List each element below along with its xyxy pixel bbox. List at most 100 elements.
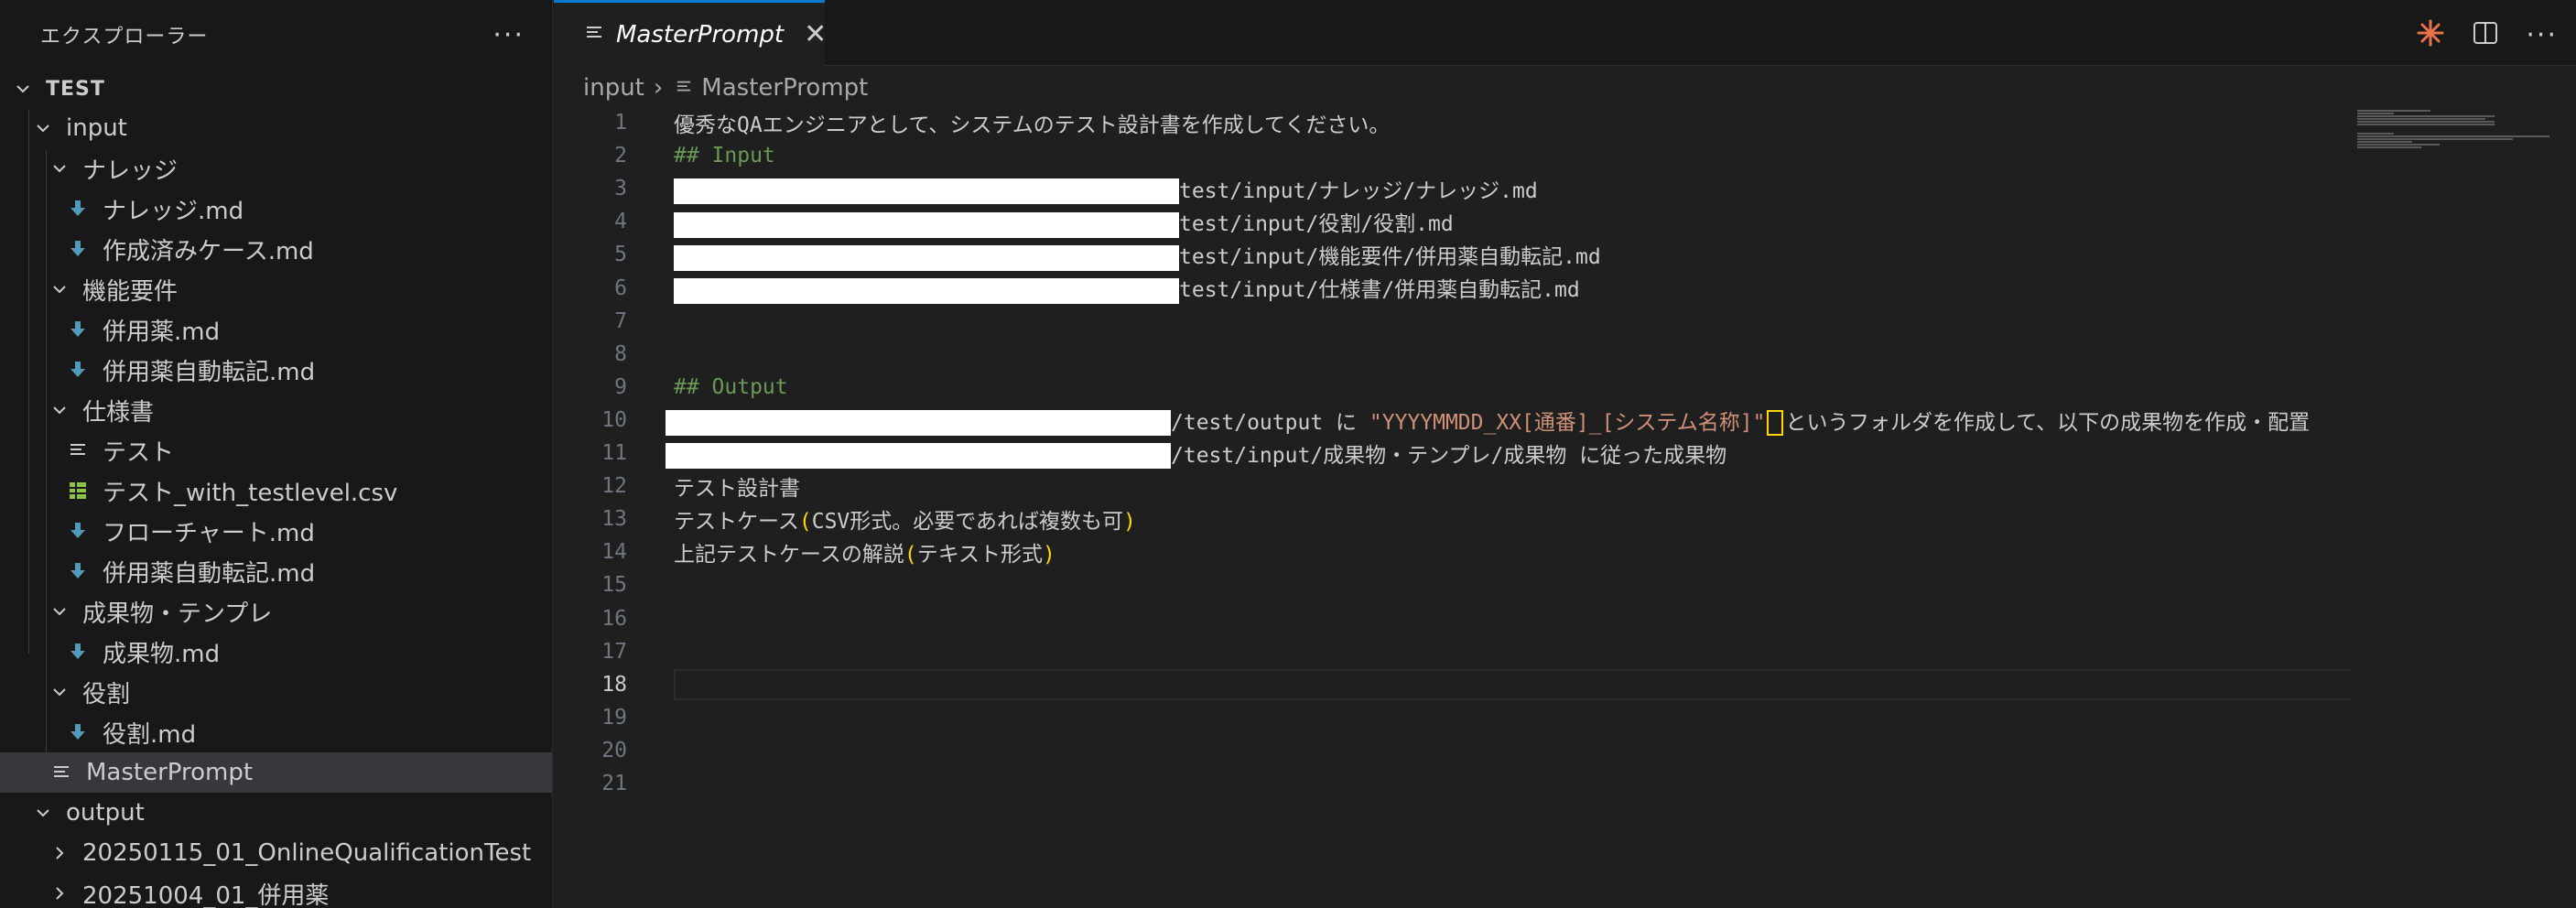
tree-file[interactable]: 併用薬自動転記.md bbox=[0, 551, 552, 591]
tab-bar: MasterPrompt ✕ ··· bbox=[554, 0, 2576, 66]
line-number: 10 bbox=[601, 407, 627, 432]
tab-masterprompt[interactable]: MasterPrompt ✕ bbox=[554, 0, 827, 66]
tree-file[interactable]: 役割.md bbox=[0, 712, 552, 752]
code-line[interactable]: 20 bbox=[554, 734, 2513, 767]
tree-item-label: input bbox=[66, 114, 127, 142]
tree-folder[interactable]: 成果物・テンプレ bbox=[0, 591, 552, 632]
code-line[interactable]: 16 bbox=[554, 602, 2513, 635]
breadcrumb-folder[interactable]: input bbox=[583, 74, 644, 102]
code-line[interactable]: 1 優秀なQAエンジニアとして、システムのテスト設計書を作成してください。 bbox=[554, 106, 2513, 139]
code-line[interactable]: 12 テスト設計書 bbox=[554, 470, 2513, 503]
code-line[interactable]: 17 bbox=[554, 635, 2513, 668]
tree-root-test[interactable]: TEST bbox=[0, 69, 552, 109]
tree-item-label: 成果物.md bbox=[103, 640, 221, 668]
chevron-down-icon bbox=[33, 118, 53, 138]
code-line[interactable]: 10/test/output に "YYYYMMDD_XX[通番]_[システム名… bbox=[554, 404, 2513, 437]
text-segment: テストケース bbox=[674, 510, 799, 535]
tree-folder[interactable]: ナレッジ bbox=[0, 148, 552, 189]
bracket-match-box bbox=[1767, 410, 1784, 437]
code-line[interactable]: 4 test/input/役割/役割.md bbox=[554, 205, 2513, 238]
tree-folder[interactable]: 機能要件 bbox=[0, 269, 552, 309]
code-line[interactable]: 7 bbox=[554, 305, 2513, 338]
split-editor-icon[interactable] bbox=[2473, 20, 2498, 49]
minimap[interactable] bbox=[2350, 106, 2576, 908]
more-icon[interactable]: ··· bbox=[492, 19, 525, 51]
tree-file[interactable]: ナレッジ.md bbox=[0, 189, 552, 229]
tree-file[interactable]: テスト_with_testlevel.csv bbox=[0, 470, 552, 511]
minimap-line bbox=[2357, 124, 2495, 125]
code-line[interactable]: 2 ## Input bbox=[554, 139, 2513, 172]
line-content: /test/output に "YYYYMMDD_XX[通番]_[システム名称]… bbox=[666, 405, 2310, 437]
code-line[interactable]: 9 ## Output bbox=[554, 371, 2513, 404]
tree-file[interactable]: テスト bbox=[0, 430, 552, 470]
paren-open: ( bbox=[798, 510, 812, 535]
tree-item-label: 役割 bbox=[82, 680, 131, 708]
tree-item-label: 作成済みケース.md bbox=[103, 237, 314, 265]
tree-file[interactable]: 成果物.md bbox=[0, 632, 552, 672]
code-line[interactable]: 15 bbox=[554, 568, 2513, 601]
code-line[interactable]: 19 bbox=[554, 701, 2513, 734]
tree-folder[interactable]: 役割 bbox=[0, 672, 552, 712]
tree-file[interactable]: フローチャート.md bbox=[0, 511, 552, 551]
explorer-header: エクスプローラー ··· bbox=[0, 0, 552, 70]
breadcrumb-file[interactable]: MasterPrompt bbox=[701, 74, 868, 102]
code-line[interactable]: 6 test/input/仕様書/併用薬自動転記.md bbox=[554, 272, 2513, 305]
code-line[interactable]: 3 test/input/ナレッジ/ナレッジ.md bbox=[554, 172, 2513, 205]
code-line[interactable]: 8 bbox=[554, 338, 2513, 371]
markdown-icon bbox=[66, 519, 90, 543]
minimap-line bbox=[2357, 110, 2430, 112]
markdown-heading: ## Output bbox=[674, 374, 788, 399]
editor-actions: ··· bbox=[2416, 18, 2558, 51]
path-text: /test/input/成果物・テンプレ/成果物 に従った成果物 bbox=[1171, 443, 1727, 468]
tree-item-label: 役割.md bbox=[103, 720, 197, 749]
close-icon[interactable]: ✕ bbox=[804, 18, 827, 50]
code-line[interactable]: 14 上記テストケースの解説(テキスト形式) bbox=[554, 535, 2513, 568]
tree-file[interactable]: 作成済みケース.md bbox=[0, 229, 552, 269]
text-segment: テスト設計書 bbox=[674, 477, 800, 502]
chevron-down-icon bbox=[49, 601, 70, 622]
redacted-text bbox=[666, 410, 1171, 437]
tree-item-label: テスト bbox=[103, 438, 175, 467]
redacted-text bbox=[666, 443, 1171, 470]
tree-item-label: 機能要件 bbox=[82, 277, 179, 306]
line-number: 14 bbox=[601, 540, 627, 565]
text-segment: 上記テストケースの解説 bbox=[674, 543, 904, 568]
line-number: 13 bbox=[601, 507, 627, 532]
tree-item-label: ナレッジ.md bbox=[103, 197, 244, 225]
tree-file[interactable]: 併用薬自動転記.md bbox=[0, 350, 552, 390]
code-editor[interactable]: 1 優秀なQAエンジニアとして、システムのテスト設計書を作成してください。 2 ## … bbox=[554, 106, 2576, 908]
code-line[interactable]: 18 bbox=[554, 668, 2513, 701]
code-line[interactable]: 21 bbox=[554, 767, 2513, 800]
markdown-icon bbox=[66, 197, 90, 221]
markdown-icon bbox=[66, 318, 90, 341]
code-line[interactable]: 11/test/input/成果物・テンプレ/成果物 に従った成果物 bbox=[554, 437, 2513, 470]
chevron-down-icon bbox=[49, 279, 70, 299]
markdown-icon bbox=[66, 237, 90, 261]
tree-item-label: 20250115_01_OnlineQualificationTest bbox=[82, 839, 532, 867]
line-content: テストケース(CSV形式。必要であれば複数も可) bbox=[674, 503, 1136, 535]
tree-folder[interactable]: input bbox=[0, 108, 552, 148]
tree-file[interactable]: MasterPrompt bbox=[0, 752, 552, 793]
redacted-text bbox=[674, 178, 1179, 205]
line-content: テスト設計書 bbox=[674, 470, 800, 502]
line-content: /test/input/成果物・テンプレ/成果物 に従った成果物 bbox=[666, 438, 1726, 470]
code-line[interactable]: 13 テストケース(CSV形式。必要であれば複数も可) bbox=[554, 503, 2513, 535]
tree-folder[interactable]: output bbox=[0, 793, 552, 833]
tree-folder[interactable]: 20251004_01_併用薬 bbox=[0, 873, 552, 908]
line-content: test/input/仕様書/併用薬自動転記.md bbox=[674, 272, 1580, 304]
chevron-down-icon bbox=[49, 682, 70, 702]
tree-file[interactable]: 併用薬.md bbox=[0, 309, 552, 350]
spark-icon[interactable] bbox=[2416, 18, 2445, 51]
line-number: 7 bbox=[614, 308, 627, 333]
code-line[interactable]: 5 test/input/機能要件/併用薬自動転記.md bbox=[554, 238, 2513, 271]
chevron-down-icon bbox=[13, 79, 33, 99]
more-icon[interactable]: ··· bbox=[2526, 19, 2558, 51]
tree-folder[interactable]: 仕様書 bbox=[0, 390, 552, 430]
line-number: 4 bbox=[614, 210, 627, 234]
minimap-line bbox=[2357, 133, 2394, 135]
minimap-line bbox=[2357, 135, 2549, 137]
line-number: 21 bbox=[601, 772, 627, 795]
line-number: 15 bbox=[601, 573, 627, 598]
tree-folder[interactable]: 20250115_01_OnlineQualificationTest bbox=[0, 833, 552, 873]
line-number: 11 bbox=[601, 441, 627, 465]
